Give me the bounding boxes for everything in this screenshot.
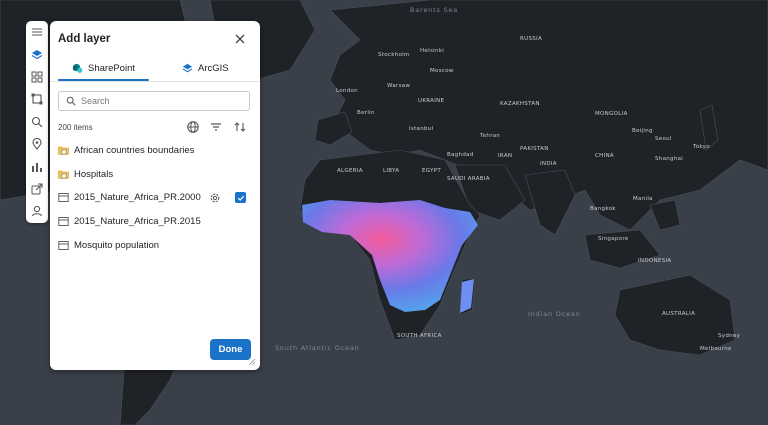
map-toolbar <box>26 21 48 223</box>
map-label-seoul: Seoul <box>655 136 672 142</box>
layer-name: African countries boundaries <box>74 145 195 157</box>
location-icon <box>32 138 42 150</box>
arcgis-icon <box>182 63 193 72</box>
table-icon <box>58 217 69 227</box>
map-label-helsinki: Helsinki <box>420 48 444 54</box>
list-item[interactable]: 2015_Nature_Africa_PR.2015 <box>50 210 260 234</box>
map-label-berlin: Berlin <box>357 110 375 116</box>
map-label-melbourne: Melbourne <box>700 346 732 352</box>
search-box <box>58 91 250 111</box>
map-label-baghdad: Baghdad <box>447 152 474 158</box>
map-label-warsaw: Warsaw <box>387 83 410 89</box>
user-button[interactable] <box>26 200 48 222</box>
menu-button[interactable] <box>26 21 48 43</box>
select-area-icon <box>31 93 43 105</box>
ocean-label-south-atlantic: South Atlantic Ocean <box>275 344 360 352</box>
ocean-label-indian-ocean: Indian Ocean <box>528 310 581 318</box>
search-icon <box>66 96 76 106</box>
map-label-south-africa: SOUTH AFRICA <box>397 333 442 339</box>
search-input[interactable] <box>81 96 241 106</box>
chart-icon <box>32 162 42 172</box>
list-item[interactable]: 2015_Nature_Africa_PR.2000 <box>50 186 260 210</box>
folder-icon <box>58 146 69 156</box>
done-button[interactable]: Done <box>210 339 251 360</box>
map-label-shanghai: Shanghai <box>655 156 683 162</box>
share-icon <box>31 183 43 195</box>
layer-name: 2015_Nature_Africa_PR.2015 <box>74 216 201 228</box>
user-icon <box>31 206 43 217</box>
search-icon <box>31 116 43 128</box>
table-icon <box>58 240 69 250</box>
layers-button[interactable] <box>26 43 48 65</box>
panel-title: Add layer <box>58 33 111 45</box>
ocean-label-barents-sea: Barents Sea <box>410 6 458 14</box>
globe-icon <box>187 121 199 133</box>
map-label-ukraine: UKRAINE <box>418 98 445 104</box>
filter-button[interactable] <box>209 120 223 134</box>
map-label-moscow: Moscow <box>430 68 454 74</box>
layer-name: Mosquito population <box>74 239 160 251</box>
menu-icon <box>32 28 42 36</box>
layer-checkbox[interactable] <box>235 192 246 204</box>
filter-icon <box>211 123 221 131</box>
location-button[interactable] <box>26 133 48 155</box>
sort-icon <box>234 122 246 132</box>
map-label-australia: AUSTRALIA <box>662 311 695 317</box>
resize-handle-icon[interactable] <box>247 357 256 366</box>
map-label-pakistan: PAKISTAN <box>520 146 549 152</box>
chart-button[interactable] <box>26 155 48 177</box>
map-label-saudi-arabia: SAUDI ARABIA <box>447 176 490 182</box>
basemap-icon <box>31 71 43 83</box>
map-label-beijing: Beijing <box>632 128 653 134</box>
folder-icon <box>58 170 69 179</box>
map-label-istanbul: Istanbul <box>409 126 434 132</box>
layer-list: African countries boundaries Hospitals 2… <box>50 139 260 257</box>
gear-icon[interactable] <box>209 192 221 204</box>
source-tabs: SharePoint ArcGIS <box>50 55 260 82</box>
layer-name: Hospitals <box>74 168 114 180</box>
list-item[interactable]: African countries boundaries <box>50 139 260 163</box>
table-icon <box>58 193 69 203</box>
map-label-london: London <box>336 88 358 94</box>
map-label-kazakhstan: KAZAKHSTAN <box>500 101 540 107</box>
sort-button[interactable] <box>233 120 247 134</box>
tab-sharepoint[interactable]: SharePoint <box>72 55 135 81</box>
item-count: 200 items <box>58 123 93 132</box>
close-button[interactable] <box>233 32 247 46</box>
list-item[interactable]: Mosquito population <box>50 233 260 257</box>
tab-arcgis[interactable]: ArcGIS <box>182 55 229 81</box>
tab-arcgis-label: ArcGIS <box>198 62 229 74</box>
map-label-egypt: EGYPT <box>422 168 441 174</box>
map-label-india: INDIA <box>540 161 557 167</box>
share-button[interactable] <box>26 178 48 200</box>
map-label-singapore: Singapore <box>598 236 629 242</box>
map-label-tehran: Tehran <box>479 133 500 139</box>
map-label-libya: LIBYA <box>383 168 399 174</box>
globe-filter-button[interactable] <box>186 120 200 134</box>
layer-name: 2015_Nature_Africa_PR.2000 <box>74 192 201 204</box>
list-item[interactable]: Hospitals <box>50 163 260 187</box>
map-label-russia: RUSSIA <box>520 36 542 42</box>
map-label-iran: IRAN <box>498 153 512 159</box>
map-label-stockholm: Stockholm <box>378 52 410 58</box>
map-label-sydney: Sydney <box>718 333 741 339</box>
map-label-tokyo: Tokyo <box>692 144 710 150</box>
selected-tab-indicator <box>58 79 149 81</box>
sharepoint-icon <box>72 63 83 73</box>
map-label-bangkok: Bangkok <box>590 206 616 212</box>
select-area-button[interactable] <box>26 88 48 110</box>
map-label-mongolia: MONGOLIA <box>595 111 628 117</box>
close-icon <box>235 34 245 44</box>
tab-sharepoint-label: SharePoint <box>88 62 136 74</box>
map-label-algeria: ALGERIA <box>337 168 363 174</box>
map-label-indonesia: INDONESIA <box>638 258 671 264</box>
map-label-manila: Manila <box>633 196 653 202</box>
add-layer-panel: Add layer SharePoint ArcGIS 200 items Af… <box>50 21 260 370</box>
checkmark-icon <box>237 195 244 201</box>
basemap-button[interactable] <box>26 66 48 88</box>
layers-icon <box>31 49 43 59</box>
map-label-china: CHINA <box>595 153 614 159</box>
search-button[interactable] <box>26 111 48 133</box>
